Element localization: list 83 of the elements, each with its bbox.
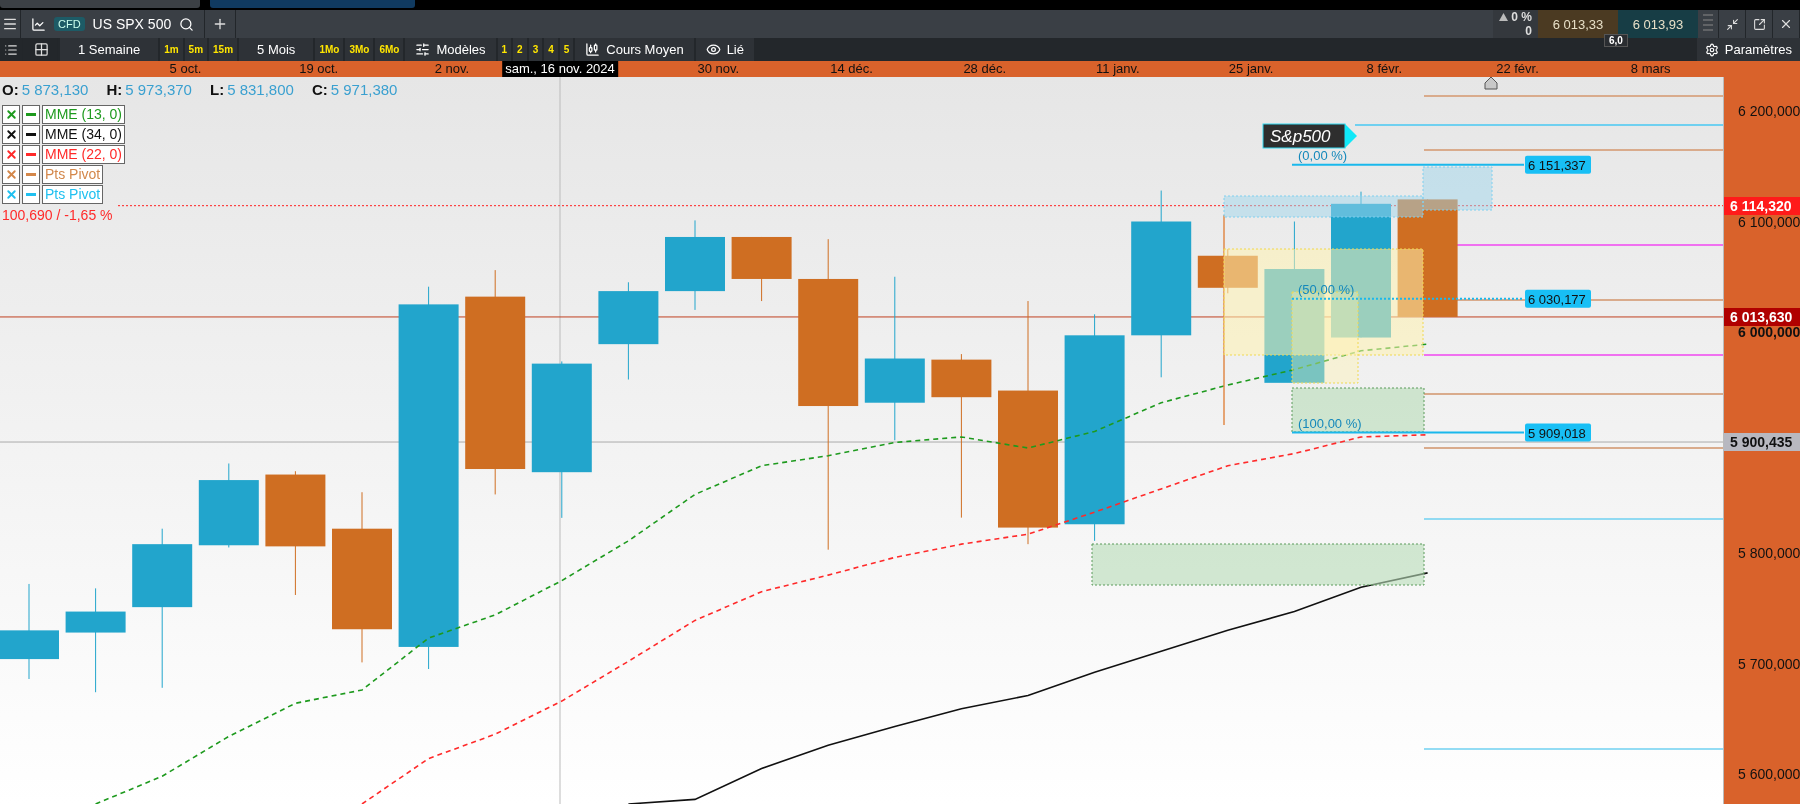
chart-icon[interactable] xyxy=(31,16,46,32)
price-label: 6 030,177 xyxy=(1525,289,1591,308)
date-label: 8 févr. xyxy=(1366,61,1402,77)
indicator-label[interactable]: MME (22, 0) xyxy=(42,145,125,164)
sliders-icon xyxy=(415,42,431,57)
ohlc-value: 5 973,370 xyxy=(125,81,192,98)
instrument-name[interactable]: US SPX 500 xyxy=(92,16,172,32)
ohlc-value: 5 873,130 xyxy=(21,81,89,98)
ohlc-label: C: xyxy=(311,81,328,98)
interval-button[interactable]: 6Mo xyxy=(375,38,404,61)
price-tick: 5 600,000 xyxy=(1738,766,1800,782)
interval-button[interactable]: 1Mo xyxy=(315,38,344,61)
settings-button[interactable]: Paramètres xyxy=(1696,38,1800,61)
period-button[interactable]: 5 Mois xyxy=(239,38,314,61)
price-tick: 5 700,000 xyxy=(1738,655,1800,672)
ohlc-label: O: xyxy=(2,81,19,98)
up-triangle-icon xyxy=(1499,13,1509,21)
interval-button[interactable]: 1 xyxy=(497,38,512,61)
price-label: 6 151,337 xyxy=(1525,155,1591,174)
interval-button[interactable]: 2 xyxy=(513,38,527,61)
date-label: 19 oct. xyxy=(299,61,339,77)
interval-button[interactable]: 5m xyxy=(184,38,208,61)
date-label: 22 févr. xyxy=(1496,61,1539,77)
ohlc-value: 5 971,380 xyxy=(330,81,398,98)
close-icon xyxy=(4,108,18,121)
interval-button[interactable]: 3Mo xyxy=(345,38,374,61)
line-style-button[interactable] xyxy=(22,125,40,144)
cursor-date-label: sam., 16 nov. 2024 xyxy=(502,61,618,77)
interval-button[interactable]: 1m xyxy=(160,38,183,61)
eye-icon xyxy=(705,42,721,57)
popout-icon[interactable] xyxy=(1752,17,1766,31)
templates-button[interactable]: Modèles xyxy=(405,38,496,61)
link-button[interactable]: Lié xyxy=(695,38,754,61)
price-tick: 6 000,000 xyxy=(1738,324,1800,340)
indicator-label[interactable]: MME (13, 0) xyxy=(42,105,125,124)
close-icon xyxy=(4,128,18,141)
price-tag: 6 013,630 xyxy=(1724,307,1800,326)
change-percent: 0 % xyxy=(1511,10,1532,24)
fibonacci-ratio: (0,00 %) xyxy=(1298,147,1348,163)
price-tag: 6 114,320 xyxy=(1724,196,1800,215)
menu-icon[interactable] xyxy=(2,16,18,32)
spread-value: 6,0 xyxy=(1604,34,1628,47)
text-label: S&p500 xyxy=(1262,123,1357,149)
change-points: 0 xyxy=(1525,24,1532,38)
interval-button[interactable]: 4 xyxy=(544,38,558,61)
price-tick: 6 200,000 xyxy=(1738,103,1800,119)
ohlc-label: H: xyxy=(106,81,123,98)
price-tag: 5 900,435 xyxy=(1724,433,1800,451)
interval-button[interactable]: 15m xyxy=(209,38,238,61)
close-icon xyxy=(4,148,18,161)
remove-indicator-button[interactable] xyxy=(2,125,20,144)
date-label: 28 déc. xyxy=(963,61,1007,77)
fibonacci-ratio: (100,00 %) xyxy=(1298,415,1362,431)
date-label: 11 janv. xyxy=(1096,61,1140,77)
price-tick: 6 100,000 xyxy=(1738,213,1800,230)
candle xyxy=(1197,248,1258,294)
instrument-type-badge: CFD xyxy=(54,17,85,31)
ohlc-label: L: xyxy=(209,81,225,98)
close-icon xyxy=(4,188,18,201)
date-label: 2 nov. xyxy=(434,61,470,77)
layout-icon[interactable] xyxy=(33,42,49,57)
date-label: 14 déc. xyxy=(830,61,873,77)
period-button[interactable]: 1 Semaine xyxy=(60,38,159,61)
price-tick: 5 800,000 xyxy=(1738,545,1800,561)
chart-type-button[interactable]: Cours Moyen xyxy=(575,38,694,61)
interval-button[interactable]: 5 xyxy=(559,38,574,61)
minimize-icon[interactable] xyxy=(1725,17,1739,31)
close-icon xyxy=(4,168,18,181)
settings-icon xyxy=(1704,42,1719,57)
interval-button[interactable]: 3 xyxy=(528,38,543,61)
date-label: 8 mars xyxy=(1630,61,1671,77)
indicator-label[interactable]: MME (34, 0) xyxy=(42,125,125,144)
close-icon[interactable] xyxy=(1779,17,1793,31)
date-label: 5 oct. xyxy=(169,61,202,77)
candle xyxy=(731,236,792,302)
alert-label: 100,690 / -1,65 % xyxy=(2,207,113,223)
price-label: 5 909,018 xyxy=(1525,423,1591,442)
search-icon[interactable] xyxy=(179,16,195,32)
date-label: 30 nov. xyxy=(697,61,740,77)
date-label: 25 janv. xyxy=(1228,61,1274,77)
list-icon[interactable] xyxy=(4,42,18,57)
candlestick-icon xyxy=(585,42,601,57)
ohlc-value: 5 831,800 xyxy=(227,81,294,98)
